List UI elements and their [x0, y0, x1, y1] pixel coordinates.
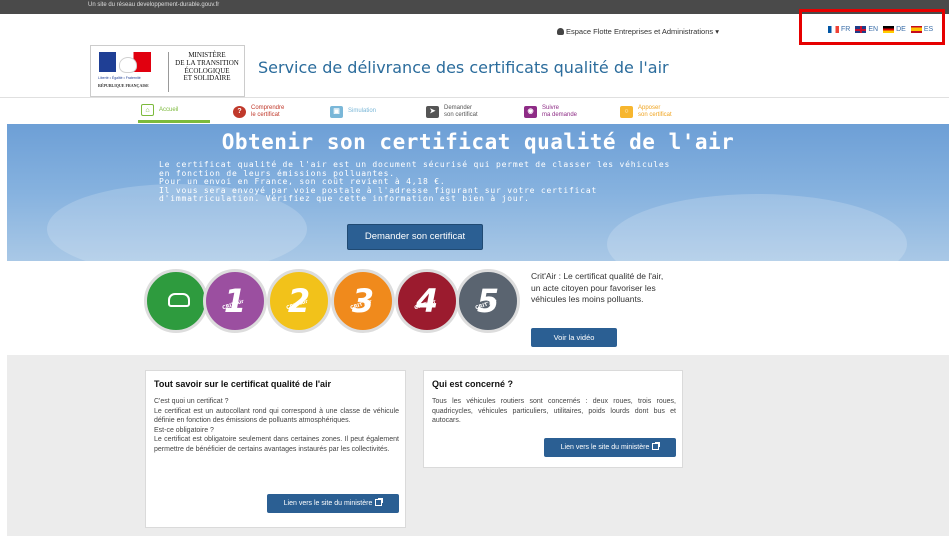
external-link-icon	[375, 498, 384, 506]
devise-text: Liberté • Égalité • Fraternité	[98, 76, 141, 80]
user-icon	[557, 28, 564, 35]
card-left-body: C'est quoi un certificat ? Le certificat…	[154, 398, 399, 453]
car-icon	[168, 293, 190, 307]
ministere-name: MINISTÈRE DE LA TRANSITION ÉCOLOGIQUE ET…	[175, 51, 239, 83]
nav-comprendre[interactable]: ? Comprendre le certificat	[233, 100, 284, 123]
card-left-ministry-link[interactable]: Lien vers le site du ministère	[267, 494, 399, 513]
hero-description: Le certificat qualité de l'air est un do…	[159, 160, 671, 204]
external-link-icon	[652, 442, 661, 450]
voir-video-button[interactable]: Voir la vidéo	[531, 328, 617, 347]
nav-accueil[interactable]: ⌂ Accueil	[138, 100, 210, 123]
logo-divider	[168, 52, 169, 92]
send-icon: ➤	[426, 105, 439, 118]
nav-suivre[interactable]: ◉ Suivre ma demande	[524, 100, 577, 123]
sticker-4: CRIT'Air 4	[395, 269, 459, 333]
nav-apposer[interactable]: ○ Apposer son certificat	[620, 100, 672, 123]
sticker-5: CRIT'Air 5	[456, 269, 520, 333]
car-icon: ▣	[330, 105, 343, 118]
demander-certificat-button[interactable]: Demander son certificat	[347, 224, 483, 250]
marianne-logo-icon	[99, 52, 151, 73]
sticker-2: CRIT'Air 2	[267, 269, 331, 333]
sticker-icon: ○	[620, 105, 633, 118]
nav-demander[interactable]: ➤ Demander son certificat	[426, 100, 478, 123]
search-icon: ◉	[524, 105, 537, 118]
card-right-body: Tous les véhicules routiers sont concern…	[432, 398, 676, 425]
critair-description: Crit'Air : Le certificat qualité de l'ai…	[531, 271, 664, 304]
critair-stickers: CRIT'Air 1 CRIT'Air 2 CRIT'Air 3 CRIT'Air 4 …	[144, 269, 524, 347]
espace-flotte-menu[interactable]: Espace Flotte Entreprises et Administrat…	[557, 27, 719, 36]
hero-banner: Obtenir son certificat qualité de l'air …	[7, 124, 949, 261]
republique-text: RÉPUBLIQUE FRANÇAISE	[98, 83, 149, 88]
site-title: Service de délivrance des certificats qu…	[258, 58, 669, 77]
question-icon: ?	[233, 105, 246, 118]
main-nav: ⌂ Accueil ? Comprendre le certificat ▣ Si…	[0, 97, 949, 124]
hero-title: Obtenir son certificat qualité de l'air	[221, 130, 735, 154]
sticker-electric	[144, 269, 208, 333]
card-right-ministry-link[interactable]: Lien vers le site du ministère	[544, 438, 676, 457]
card-right-title: Qui est concerné ?	[432, 379, 514, 389]
nav-simulation[interactable]: ▣ Simulation	[330, 100, 376, 123]
info-card-left: Tout savoir sur le certificat qualité de…	[145, 370, 406, 528]
ministry-logo[interactable]: Liberté • Égalité • Fraternité RÉPUBLIQU…	[90, 45, 245, 97]
home-icon: ⌂	[141, 104, 154, 116]
network-link[interactable]: Un site du réseau developpement-durable.…	[88, 2, 219, 8]
info-card-right: Qui est concerné ? Tous les véhicules ro…	[423, 370, 683, 468]
sticker-3: CRIT'Air 3	[331, 269, 395, 333]
card-left-title: Tout savoir sur le certificat qualité de…	[154, 379, 332, 389]
espace-flotte-label: Espace Flotte Entreprises et Administrat…	[566, 27, 719, 36]
highlight-annotation-box	[799, 9, 945, 45]
sticker-1: CRIT'Air 1	[203, 269, 267, 333]
info-section: Tout savoir sur le certificat qualité de…	[7, 355, 949, 536]
